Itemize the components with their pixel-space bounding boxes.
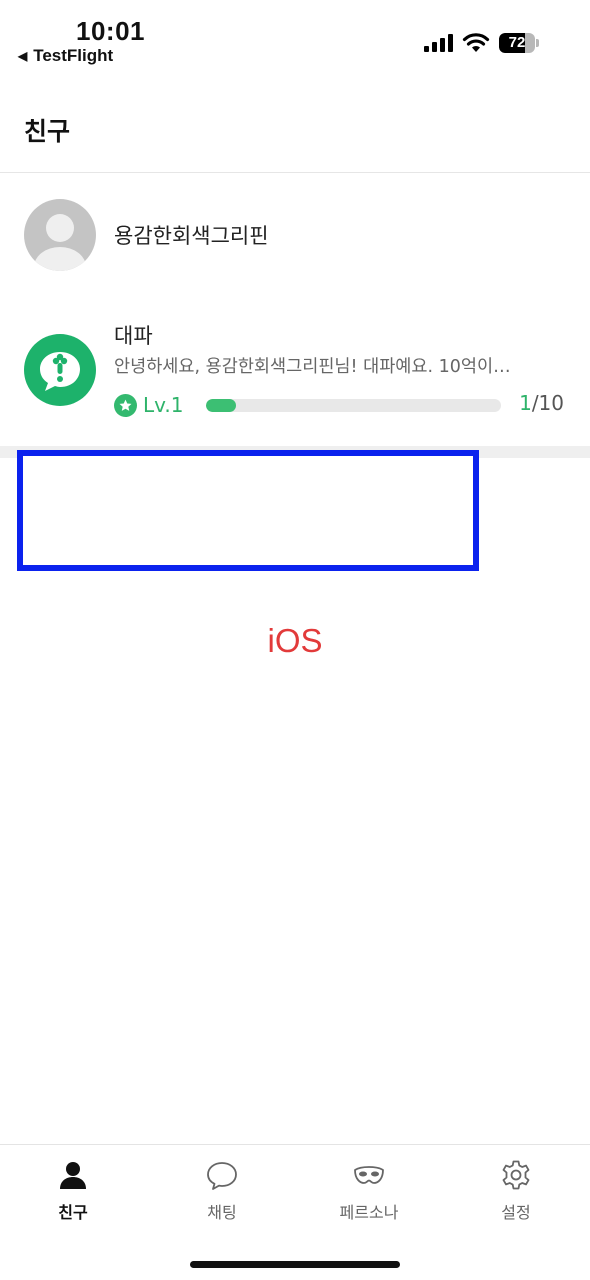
tab-label: 채팅 [207,1203,237,1222]
progress-current: 1 [519,391,532,415]
friend-name: 용감한회색그리핀 [114,224,269,248]
bot-last-message: 안녕하세요, 용감한회색그리핀님! 대파예요. 10억이… [114,357,511,377]
mask-icon [354,1166,384,1184]
tab-persona[interactable]: 페르소나 [309,1159,429,1235]
battery-percent: 72 [508,34,526,51]
status-bar: 10:01 ◀ TestFlight 72 [0,0,590,80]
cellular-signal-icon [424,34,453,52]
tab-label: 친구 [58,1203,88,1222]
progress-total: /10 [531,391,564,415]
friend-list-item[interactable]: 용감한회색그리핀 [0,196,590,274]
bot-name: 대파 [114,324,153,348]
tab-chat[interactable]: 채팅 [162,1159,282,1235]
tab-label: 설정 [501,1203,531,1222]
default-person-icon [24,199,96,271]
battery-icon: 72 [499,33,539,53]
bot-list-item[interactable]: 대파 안녕하세요, 용감한회색그리핀님! 대파예요. 10억이… Lv.1 1/… [0,318,590,428]
status-time: 10:01 [76,16,145,46]
home-indicator[interactable] [190,1261,400,1268]
back-app-label: TestFlight [33,46,114,65]
highlight-frame [17,450,479,571]
level-progress-fill [206,399,236,412]
page-title: 친구 [24,117,71,146]
gear-icon [502,1160,530,1190]
green-onion-chat-icon [40,352,80,391]
back-triangle-icon: ◀ [18,49,28,63]
level-label: Lv.1 [143,393,184,417]
bot-avatar [24,334,96,406]
progress-count: 1/10 [519,391,564,415]
header-divider [0,172,590,173]
back-to-app-link[interactable]: ◀ TestFlight [18,46,113,66]
level-badge: Lv.1 [114,393,184,417]
wifi-icon [462,33,490,52]
platform-label: iOS [267,622,323,659]
tab-settings[interactable]: 설정 [456,1159,576,1235]
chat-bubble-icon [207,1162,237,1190]
star-icon [114,393,137,417]
tab-bar: 친구 채팅 페르소나 설정 [0,1144,590,1280]
tab-label: 페르소나 [339,1203,399,1222]
tab-friends[interactable]: 친구 [13,1159,133,1235]
level-progress-bar [206,399,501,412]
person-icon [60,1162,86,1189]
